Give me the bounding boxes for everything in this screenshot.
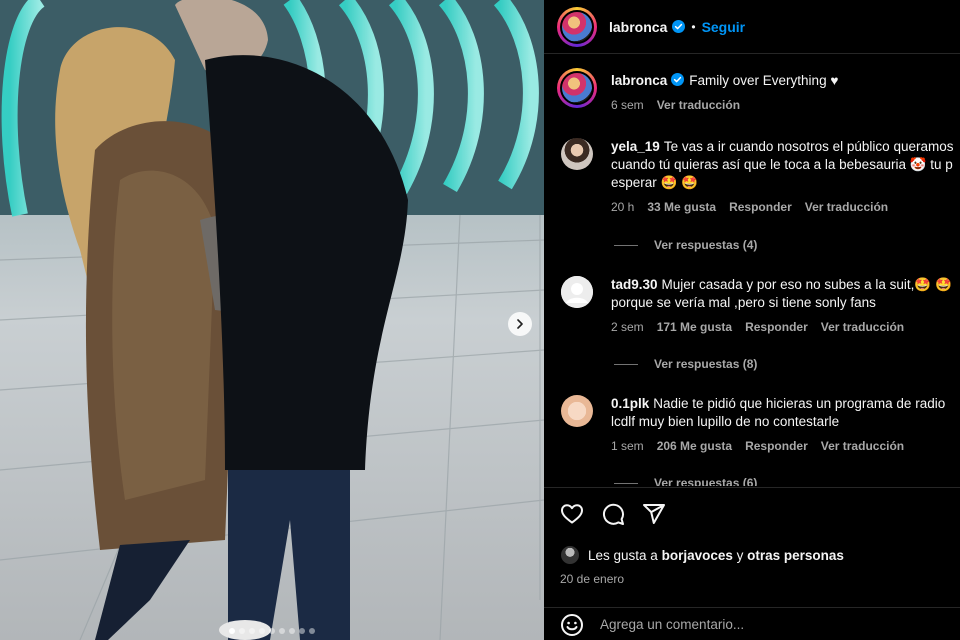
comment-icon[interactable]	[601, 502, 625, 526]
couple-photo-illustration	[0, 0, 544, 640]
author-avatar[interactable]	[557, 6, 597, 47]
heart-icon[interactable]	[560, 502, 584, 526]
comment-input[interactable]	[600, 617, 920, 632]
verified-badge-icon	[671, 73, 685, 86]
follow-button[interactable]: Seguir	[702, 19, 746, 35]
comment-username[interactable]: yela_19	[611, 139, 660, 154]
translate-link[interactable]: Ver traducción	[805, 198, 888, 216]
comment-username[interactable]: tad9.30	[611, 277, 658, 292]
reply-button[interactable]: Responder	[745, 437, 808, 455]
replies-divider	[614, 482, 638, 484]
carousel-dots	[0, 628, 544, 634]
caption-avatar[interactable]	[557, 68, 597, 108]
caption-translate-link[interactable]: Ver traducción	[657, 96, 740, 114]
likes-summary: Les gusta a borjavoces y otras personas	[560, 545, 844, 565]
caption-item: labronca Family over Everything ♥ 6 sem V…	[557, 68, 960, 114]
comment-item: 0.1plk Nadie te pidió que hicieras un pro…	[557, 395, 960, 455]
default-avatar-icon	[561, 276, 593, 308]
verified-badge-icon	[672, 20, 686, 33]
comment-item: yela_19 Te vas a ir cuando nosotros el pú…	[557, 138, 960, 216]
chevron-right-icon	[517, 319, 523, 329]
view-replies-button[interactable]: Ver respuestas (8)	[614, 357, 757, 371]
view-replies-button[interactable]: Ver respuestas (6)	[614, 476, 757, 486]
carousel-dot	[299, 628, 305, 634]
comment-time[interactable]: 1 sem	[611, 437, 644, 455]
other-likers-link[interactable]: otras personas	[747, 548, 844, 563]
post-photo[interactable]	[0, 0, 544, 640]
commenter-avatar[interactable]	[561, 276, 593, 308]
share-icon[interactable]	[642, 502, 666, 526]
carousel-dot	[309, 628, 315, 634]
comment-meta: 1 sem 206 Me gusta Responder Ver traducc…	[611, 437, 945, 455]
comment-text: Nadie te pidió que hicieras un programa …	[653, 396, 946, 411]
post-date[interactable]: 20 de enero	[560, 572, 624, 586]
reply-button[interactable]: Responder	[729, 198, 792, 216]
comment-likes[interactable]: 206 Me gusta	[657, 437, 732, 455]
comment-text: Te vas a ir cuando nosotros el público q…	[663, 139, 954, 154]
commenter-avatar[interactable]	[561, 395, 593, 427]
add-comment-bar	[544, 607, 960, 640]
view-replies-label: Ver respuestas (6)	[654, 476, 758, 486]
replies-divider	[614, 244, 638, 246]
carousel-dot	[259, 628, 265, 634]
comment-likes[interactable]: 33 Me gusta	[647, 198, 716, 216]
carousel-dot	[249, 628, 255, 634]
carousel-dot	[239, 628, 245, 634]
carousel-dot	[289, 628, 295, 634]
action-icons	[560, 502, 666, 526]
header-separator: •	[691, 19, 696, 34]
comment-time[interactable]: 2 sem	[611, 318, 644, 336]
likes-connector: y	[736, 547, 744, 563]
post-header: labronca • Seguir	[544, 0, 960, 54]
emoji-icon[interactable]	[560, 613, 584, 637]
replies-divider	[614, 363, 638, 365]
caption-username[interactable]: labronca	[611, 73, 667, 88]
liker-avatar[interactable]	[560, 545, 580, 565]
comment-item: tad9.30 Mujer casada y por eso no subes a…	[557, 276, 960, 336]
translate-link[interactable]: Ver traducción	[821, 318, 904, 336]
reply-button[interactable]: Responder	[745, 318, 808, 336]
post-side-panel: labronca • Seguir labronca Family over Ev…	[544, 0, 960, 640]
comment-text-line: porque se vería mal ,pero si tiene sonly…	[611, 295, 876, 310]
caption-meta: 6 sem Ver traducción	[611, 96, 838, 114]
comment-time[interactable]: 20 h	[611, 198, 634, 216]
carousel-dot	[279, 628, 285, 634]
liker-username[interactable]: borjavoces	[662, 548, 733, 563]
comment-meta: 20 h 33 Me gusta Responder Ver traducció…	[611, 198, 953, 216]
view-replies-label: Ver respuestas (8)	[654, 357, 758, 371]
caption-time[interactable]: 6 sem	[611, 96, 644, 114]
comment-meta: 2 sem 171 Me gusta Responder Ver traducc…	[611, 318, 952, 336]
comment-text: Mujer casada y por eso no subes a la sui…	[661, 277, 952, 292]
carousel-dot	[269, 628, 275, 634]
post-actions-section: Les gusta a borjavoces y otras personas …	[544, 487, 960, 640]
view-replies-button[interactable]: Ver respuestas (4)	[614, 238, 757, 252]
comment-likes[interactable]: 171 Me gusta	[657, 318, 732, 336]
author-username[interactable]: labronca	[609, 19, 667, 35]
comment-text-line: lcdlf muy bien lupillo de no contestarle	[611, 414, 840, 429]
comment-text-line: cuando tú quieras así que le toca a la b…	[611, 157, 953, 172]
view-replies-label: Ver respuestas (4)	[654, 238, 758, 252]
comments-list[interactable]: labronca Family over Everything ♥ 6 sem V…	[544, 54, 960, 486]
translate-link[interactable]: Ver traducción	[821, 437, 904, 455]
comment-text-line: esperar 🤩 🤩	[611, 175, 698, 190]
likes-prefix: Les gusta a	[588, 547, 658, 563]
carousel-dot	[229, 628, 235, 634]
caption-text: Family over Everything ♥	[689, 73, 839, 88]
commenter-avatar[interactable]	[561, 138, 593, 170]
comment-username[interactable]: 0.1plk	[611, 396, 649, 411]
carousel-next-button[interactable]	[508, 312, 532, 336]
